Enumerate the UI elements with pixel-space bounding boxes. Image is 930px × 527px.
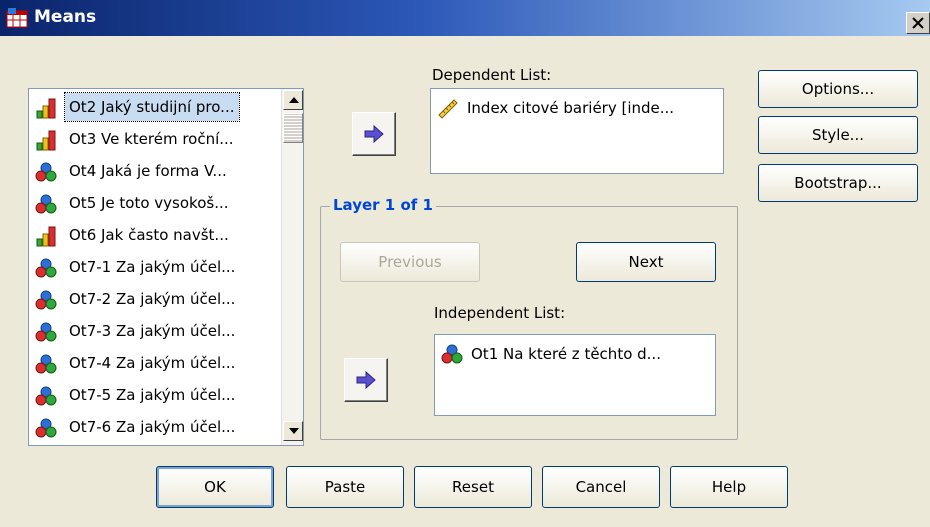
variable-label: Ot4 Jaká je forma V... <box>69 162 227 180</box>
nominal-variable-icon <box>35 290 57 310</box>
nominal-variable-icon <box>35 258 57 278</box>
variable-label: Ot7-5 Za jakým účel... <box>69 386 236 404</box>
ordinal-variable-icon <box>36 226 56 247</box>
nominal-variable-icon <box>35 418 57 438</box>
independent-item-label: Ot1 Na které z těchto d... <box>471 345 661 363</box>
variable-label: Ot3 Ve kterém roční... <box>69 130 234 148</box>
vertical-scrollbar[interactable] <box>281 89 303 445</box>
dependent-item-label: Index citové bariéry [inde... <box>467 99 675 117</box>
variable-list-item[interactable]: Ot5 Je toto vysokoš... <box>31 187 281 219</box>
variable-list-item[interactable]: Ot7-2 Za jakým účel... <box>31 283 281 315</box>
variable-list-item[interactable]: Ot2 Jaký studijní pro... <box>31 91 281 123</box>
bootstrap-button[interactable]: Bootstrap... <box>758 164 918 202</box>
variable-label: Ot2 Jaký studijní pro... <box>64 92 240 122</box>
variable-label: Ot7-2 Za jakým účel... <box>69 290 236 308</box>
style-button[interactable]: Style... <box>758 116 918 154</box>
close-button[interactable] <box>906 12 930 34</box>
help-button[interactable]: Help <box>670 466 788 508</box>
ordinal-variable-icon <box>36 130 56 151</box>
variable-list-item[interactable]: Ot7-3 Za jakým účel... <box>31 315 281 347</box>
variable-label: Ot7-6 Za jakým účel... <box>69 418 236 436</box>
variable-list-item[interactable]: Ot6 Jak často navšt... <box>31 219 281 251</box>
cancel-button[interactable]: Cancel <box>542 466 660 508</box>
variable-label: Ot7-1 Za jakým účel... <box>69 258 236 276</box>
scale-ruler-icon <box>438 99 458 119</box>
variable-list-item[interactable]: Ot7-6 Za jakým účel... <box>31 411 281 443</box>
move-to-independent-button[interactable] <box>344 358 388 402</box>
variable-list-item[interactable]: Ot7-5 Za jakým účel... <box>31 379 281 411</box>
next-button[interactable]: Next <box>576 242 716 282</box>
window-title: Means <box>34 7 97 27</box>
source-variable-list[interactable]: Ot2 Jaký studijní pro... Ot3 Ve kterém ro… <box>28 88 304 446</box>
options-button[interactable]: Options... <box>758 70 918 108</box>
move-to-dependent-button[interactable] <box>352 112 396 156</box>
dependent-list-label: Dependent List: <box>432 66 552 84</box>
scroll-thumb[interactable] <box>283 113 303 143</box>
spss-table-icon <box>6 8 28 28</box>
ok-button[interactable]: OK <box>156 466 274 508</box>
variable-label: Ot5 Je toto vysokoš... <box>69 194 229 212</box>
variable-label: Ot7-4 Za jakým účel... <box>69 354 236 372</box>
previous-button[interactable]: Previous <box>340 242 480 282</box>
nominal-variable-icon <box>35 162 57 182</box>
layer-title: Layer 1 of 1 <box>330 196 436 214</box>
means-dialog: Means Ot2 Jaký studijní pro... Ot3 Ve kte… <box>0 0 930 527</box>
variable-label: Ot6 Jak často navšt... <box>69 226 229 244</box>
arrow-right-icon <box>356 370 376 390</box>
scroll-down-button[interactable] <box>283 421 303 441</box>
independent-list-label: Independent List: <box>434 304 566 322</box>
arrow-down-icon <box>289 428 299 434</box>
variable-list-item[interactable]: Ot4 Jaká je forma V... <box>31 155 281 187</box>
nominal-variable-icon <box>35 386 57 406</box>
variable-list-item[interactable]: Ot7-1 Za jakým účel... <box>31 251 281 283</box>
title-bar[interactable]: Means <box>0 0 930 36</box>
close-icon <box>912 17 924 29</box>
scroll-up-button[interactable] <box>283 90 303 110</box>
independent-list[interactable]: Ot1 Na které z těchto d... <box>434 334 716 416</box>
variable-label: Ot7-3 Za jakým účel... <box>69 322 236 340</box>
nominal-variable-icon <box>35 194 57 214</box>
paste-button[interactable]: Paste <box>286 466 404 508</box>
nominal-variable-icon <box>35 354 57 374</box>
nominal-variable-icon <box>35 322 57 342</box>
dependent-list[interactable]: Index citové bariéry [inde... <box>430 88 724 174</box>
ordinal-variable-icon <box>36 98 56 119</box>
reset-button[interactable]: Reset <box>414 466 532 508</box>
variable-list-item[interactable]: Ot3 Ve kterém roční... <box>31 123 281 155</box>
variable-list-item[interactable]: Ot7-4 Za jakým účel... <box>31 347 281 379</box>
nominal-variable-icon <box>441 344 463 364</box>
arrow-right-icon <box>364 124 384 144</box>
arrow-up-icon <box>289 97 299 103</box>
